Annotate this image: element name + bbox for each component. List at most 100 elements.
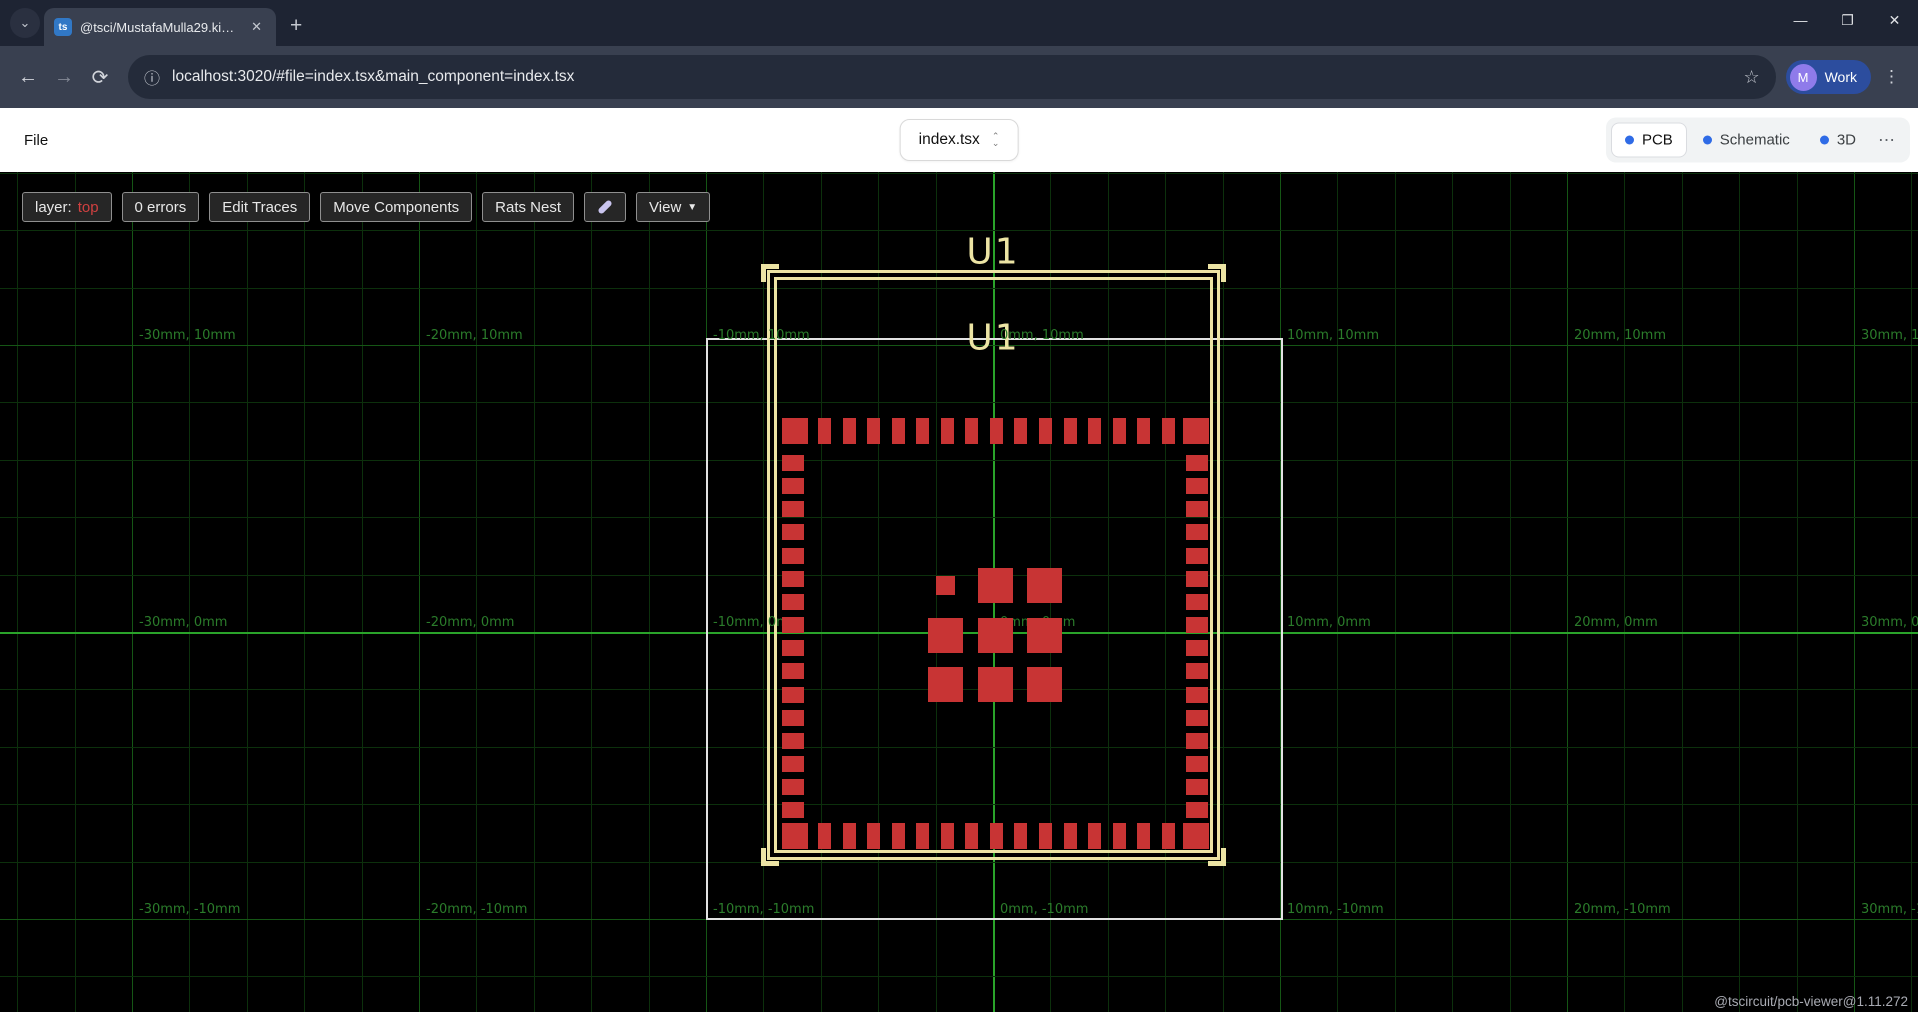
pcb-pad[interactable]: [1186, 617, 1208, 633]
pcb-pad[interactable]: [1014, 418, 1027, 444]
bookmark-star-icon[interactable]: ☆: [1743, 67, 1759, 88]
pcb-pad[interactable]: [1186, 455, 1208, 471]
pcb-pad[interactable]: [978, 618, 1013, 653]
errors-button[interactable]: 0 errors: [122, 192, 200, 222]
file-menu[interactable]: File: [24, 132, 48, 149]
pcb-pad[interactable]: [782, 571, 804, 587]
site-info-icon[interactable]: ⓘ: [144, 65, 160, 89]
pcb-pad[interactable]: [1186, 779, 1208, 795]
pcb-pad[interactable]: [782, 823, 808, 849]
pcb-pad[interactable]: [1186, 710, 1208, 726]
pcb-pad[interactable]: [892, 418, 905, 444]
pcb-pad[interactable]: [782, 548, 804, 564]
pcb-pad[interactable]: [1162, 418, 1175, 444]
pcb-pad[interactable]: [1064, 418, 1077, 444]
pcb-pad[interactable]: [978, 568, 1013, 603]
pcb-pad[interactable]: [965, 823, 978, 849]
pcb-pad[interactable]: [941, 823, 954, 849]
pcb-pad[interactable]: [1064, 823, 1077, 849]
browser-tab[interactable]: ts @tsci/MustafaMulla29.kicad-lib ✕: [44, 8, 276, 46]
pcb-pad[interactable]: [818, 823, 831, 849]
pcb-pad[interactable]: [1183, 418, 1209, 444]
pcb-pad[interactable]: [1186, 687, 1208, 703]
pencil-tool-button[interactable]: [584, 192, 626, 222]
pcb-pad[interactable]: [1137, 823, 1150, 849]
pcb-pad[interactable]: [1027, 618, 1062, 653]
pcb-pad[interactable]: [782, 756, 804, 772]
pcb-pad[interactable]: [843, 418, 856, 444]
pcb-pad[interactable]: [1162, 823, 1175, 849]
pcb-pad[interactable]: [1027, 667, 1062, 702]
pcb-pad[interactable]: [1186, 594, 1208, 610]
pcb-pad[interactable]: [782, 617, 804, 633]
url-text[interactable]: localhost:3020/#file=index.tsx&main_comp…: [172, 68, 574, 86]
pcb-pad[interactable]: [1186, 802, 1208, 818]
pcb-pad[interactable]: [916, 823, 929, 849]
pcb-pad[interactable]: [843, 823, 856, 849]
pcb-pad[interactable]: [1113, 418, 1126, 444]
rats-nest-button[interactable]: Rats Nest: [482, 192, 574, 222]
pcb-pad[interactable]: [1027, 568, 1062, 603]
browser-menu-icon[interactable]: ⋮: [1883, 67, 1900, 87]
pcb-pad[interactable]: [990, 823, 1003, 849]
maximize-icon[interactable]: ❐: [1824, 0, 1871, 40]
pcb-pad[interactable]: [936, 576, 955, 595]
pcb-canvas[interactable]: layer: top 0 errors Edit Traces Move Com…: [0, 172, 1918, 1012]
pcb-pad[interactable]: [928, 667, 963, 702]
pcb-pad[interactable]: [1039, 418, 1052, 444]
pcb-pad[interactable]: [782, 594, 804, 610]
pcb-pad[interactable]: [782, 455, 804, 471]
pcb-pad[interactable]: [782, 687, 804, 703]
view-dropdown-button[interactable]: View ▼: [636, 192, 710, 222]
minimize-icon[interactable]: —: [1777, 0, 1824, 40]
pcb-pad[interactable]: [990, 418, 1003, 444]
pcb-pad[interactable]: [1186, 501, 1208, 517]
pcb-pad[interactable]: [782, 779, 804, 795]
pcb-pad[interactable]: [1137, 418, 1150, 444]
pcb-pad[interactable]: [1014, 823, 1027, 849]
tab-schematic[interactable]: Schematic: [1689, 123, 1804, 158]
pcb-pad[interactable]: [782, 663, 804, 679]
pcb-pad[interactable]: [916, 418, 929, 444]
tab-search-chevron-icon[interactable]: ⌄: [10, 8, 40, 38]
pcb-pad[interactable]: [941, 418, 954, 444]
pcb-pad[interactable]: [1186, 640, 1208, 656]
tab-3d[interactable]: 3D: [1806, 123, 1870, 158]
pcb-pad[interactable]: [1088, 418, 1101, 444]
pcb-pad[interactable]: [1186, 756, 1208, 772]
layer-button[interactable]: layer: top: [22, 192, 112, 222]
pcb-pad[interactable]: [1186, 663, 1208, 679]
pcb-pad[interactable]: [1186, 478, 1208, 494]
move-components-button[interactable]: Move Components: [320, 192, 472, 222]
pcb-pad[interactable]: [892, 823, 905, 849]
pcb-pad[interactable]: [782, 802, 804, 818]
reload-icon[interactable]: ⟳: [82, 59, 118, 95]
pcb-pad[interactable]: [782, 710, 804, 726]
forward-icon[interactable]: →: [46, 59, 82, 95]
pcb-pad[interactable]: [1183, 823, 1209, 849]
pcb-pad[interactable]: [1186, 524, 1208, 540]
file-select[interactable]: index.tsx ⌃⌄: [900, 119, 1019, 161]
pcb-pad[interactable]: [928, 618, 963, 653]
more-views-icon[interactable]: ⋯: [1872, 130, 1905, 150]
pcb-pad[interactable]: [867, 823, 880, 849]
pcb-pad[interactable]: [1186, 733, 1208, 749]
pcb-pad[interactable]: [1113, 823, 1126, 849]
pcb-pad[interactable]: [867, 418, 880, 444]
pcb-pad[interactable]: [965, 418, 978, 444]
address-bar[interactable]: ⓘ localhost:3020/#file=index.tsx&main_co…: [128, 55, 1776, 99]
pcb-pad[interactable]: [782, 640, 804, 656]
pcb-pad[interactable]: [1186, 548, 1208, 564]
pcb-pad[interactable]: [1039, 823, 1052, 849]
tab-close-icon[interactable]: ✕: [247, 17, 266, 37]
close-window-icon[interactable]: ✕: [1871, 0, 1918, 40]
pcb-pad[interactable]: [782, 524, 804, 540]
new-tab-button[interactable]: +: [290, 15, 302, 36]
edit-traces-button[interactable]: Edit Traces: [209, 192, 310, 222]
pcb-pad[interactable]: [978, 667, 1013, 702]
pcb-pad[interactable]: [818, 418, 831, 444]
pcb-pad[interactable]: [1186, 571, 1208, 587]
profile-chip[interactable]: M Work: [1786, 60, 1871, 94]
pcb-pad[interactable]: [1088, 823, 1101, 849]
pcb-pad[interactable]: [782, 501, 804, 517]
